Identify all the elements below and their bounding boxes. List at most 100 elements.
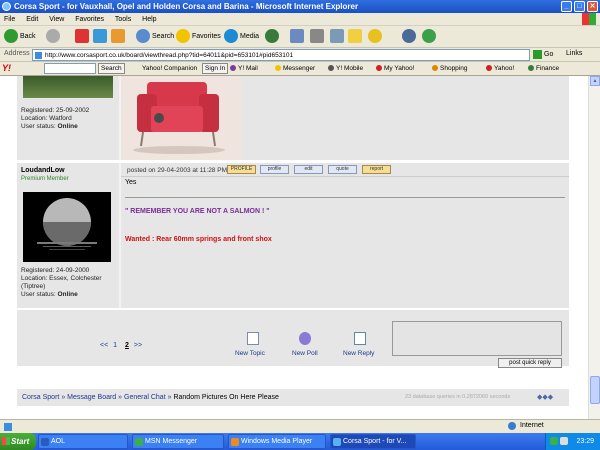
page-icon: [35, 52, 42, 59]
signature-wanted: Wanted : Rear 60mm springs and front sho…: [125, 236, 272, 243]
back-arrow-icon: [4, 29, 18, 44]
page-1-link[interactable]: 1: [113, 342, 117, 349]
aim-icon: [368, 29, 382, 44]
new-topic-icon[interactable]: [247, 332, 259, 345]
breadcrumb-board[interactable]: Message Board: [67, 394, 116, 401]
yahoo-search-button[interactable]: Search: [98, 63, 125, 74]
menu-view[interactable]: View: [49, 16, 64, 23]
forum-post: Registered: 25-09-2002 Location: Watford…: [17, 76, 569, 160]
signature-quote: " REMEMBER YOU ARE NOT A SALMON ! ": [125, 208, 270, 215]
pagination: << 1 2 >>: [100, 342, 142, 349]
post-text: Yes: [125, 179, 137, 186]
forward-button[interactable]: [46, 29, 62, 45]
favorites-button[interactable]: Favorites: [176, 29, 221, 45]
close-button[interactable]: ✕: [587, 1, 598, 12]
report-button[interactable]: report: [362, 165, 391, 174]
new-topic-button[interactable]: New Topic: [235, 350, 265, 357]
history-button[interactable]: [265, 29, 281, 45]
go-button[interactable]: Go: [533, 49, 557, 61]
quote-button[interactable]: quote: [328, 165, 357, 174]
post-image[interactable]: [121, 76, 241, 160]
my-yahoo-link[interactable]: My Yahoo!: [376, 64, 414, 74]
menu-bar: File Edit View Favorites Tools Help: [0, 13, 600, 26]
prev-page-link[interactable]: <<: [100, 342, 108, 349]
ie-icon: [2, 2, 11, 11]
messenger-icon: [275, 65, 281, 72]
author-location: Location: Watford: [21, 115, 72, 122]
vertical-scrollbar[interactable]: ▲ ▼: [588, 76, 600, 433]
aim-button[interactable]: [368, 29, 384, 45]
msn-button[interactable]: [422, 29, 438, 45]
taskbar-item-media-player[interactable]: Windows Media Player: [228, 434, 326, 449]
back-button[interactable]: Back: [4, 29, 36, 45]
print-icon: [310, 29, 324, 44]
start-button[interactable]: Start: [0, 433, 36, 450]
yahoo-finance-link[interactable]: Finance: [528, 64, 559, 74]
mail-button[interactable]: [290, 29, 306, 45]
edit-page-button[interactable]: [330, 29, 346, 45]
maximize-button[interactable]: □: [574, 1, 585, 12]
menu-edit[interactable]: Edit: [26, 16, 38, 23]
yahoo-companion-label[interactable]: Yahoo! Companion: [142, 64, 197, 74]
new-reply-button[interactable]: New Reply: [343, 350, 374, 357]
network-tray-icon[interactable]: [560, 437, 568, 445]
yahoo-messenger-link[interactable]: Messenger: [275, 64, 315, 74]
media-button[interactable]: Media: [224, 29, 259, 45]
post-quick-reply-button[interactable]: post quick reply: [498, 358, 562, 368]
print-button[interactable]: [310, 29, 326, 45]
yahoo-search-input[interactable]: [44, 63, 96, 74]
menu-file[interactable]: File: [4, 16, 15, 23]
next-page-link[interactable]: >>: [134, 342, 142, 349]
taskbar-item-corsa-sport[interactable]: Corsa Sport - for V...: [330, 434, 416, 449]
home-icon: [111, 29, 125, 44]
minimize-button[interactable]: _: [561, 1, 572, 12]
home-button[interactable]: [111, 29, 127, 45]
taskbar-item-msn[interactable]: MSN Messenger: [132, 434, 224, 449]
go-arrow-icon: [533, 49, 542, 59]
new-poll-icon[interactable]: [299, 332, 311, 345]
menu-help[interactable]: Help: [142, 16, 156, 23]
links-button[interactable]: Links: [566, 50, 582, 57]
author-info: Registered: 25-09-2002 Location: Watford…: [21, 107, 89, 131]
yahoo-link[interactable]: Yahoo!: [486, 64, 514, 74]
yahoo-shopping-link[interactable]: Shopping: [432, 64, 467, 74]
globe-icon: [508, 422, 516, 430]
msn-tray-icon[interactable]: [550, 437, 558, 445]
refresh-button[interactable]: [93, 29, 109, 45]
scroll-up-arrow-icon[interactable]: ▲: [590, 76, 600, 86]
query-stats: 23 database queries in 0.2872060 seconds: [405, 394, 511, 400]
page-2-current: 2: [125, 342, 129, 349]
taskbar-item-aol[interactable]: AOL: [38, 434, 128, 449]
user-status: User status: Online: [21, 291, 78, 298]
edit-button[interactable]: edit: [294, 165, 323, 174]
menu-favorites[interactable]: Favorites: [75, 16, 104, 23]
search-button[interactable]: Search: [136, 29, 174, 45]
messenger-button[interactable]: [402, 29, 418, 45]
yahoo-sign-in-button[interactable]: Sign In: [202, 63, 229, 74]
stop-button[interactable]: [75, 29, 91, 45]
post-author-panel: LoudandLow Premium Member Registered: 24…: [17, 163, 119, 308]
scroll-thumb[interactable]: [590, 376, 600, 404]
yahoo-logo[interactable]: Y!: [2, 63, 11, 73]
new-poll-button[interactable]: New Poll: [292, 350, 318, 357]
clock: 23:29: [576, 438, 594, 445]
address-input[interactable]: http://www.corsasport.co.uk/board/viewth…: [32, 49, 530, 61]
new-reply-icon[interactable]: [354, 332, 366, 345]
profile-link-button[interactable]: profile: [260, 165, 289, 174]
breadcrumb-forum[interactable]: General Chat: [124, 394, 166, 401]
messenger-icon: [402, 29, 416, 44]
yahoo-mobile-link[interactable]: Y! Mobile: [328, 64, 363, 74]
yahoo-mail-link[interactable]: Y! Mail: [230, 64, 258, 74]
menu-tools[interactable]: Tools: [115, 16, 131, 23]
windows-logo-icon: [582, 13, 596, 25]
forward-arrow-icon: [46, 29, 60, 44]
breadcrumb-home[interactable]: Corsa Sport: [22, 394, 59, 401]
registered-date: Registered: 24-09-2000: [21, 267, 90, 274]
post-author-panel: Registered: 25-09-2002 Location: Watford…: [17, 76, 119, 160]
post-username[interactable]: LoudandLow: [21, 167, 65, 174]
quick-reply-textarea[interactable]: [392, 321, 562, 356]
stop-icon: [75, 29, 89, 44]
profile-button[interactable]: PROFILE: [227, 165, 256, 174]
page-content: Registered: 25-09-2002 Location: Watford…: [0, 76, 588, 433]
discuss-button[interactable]: [348, 29, 364, 45]
